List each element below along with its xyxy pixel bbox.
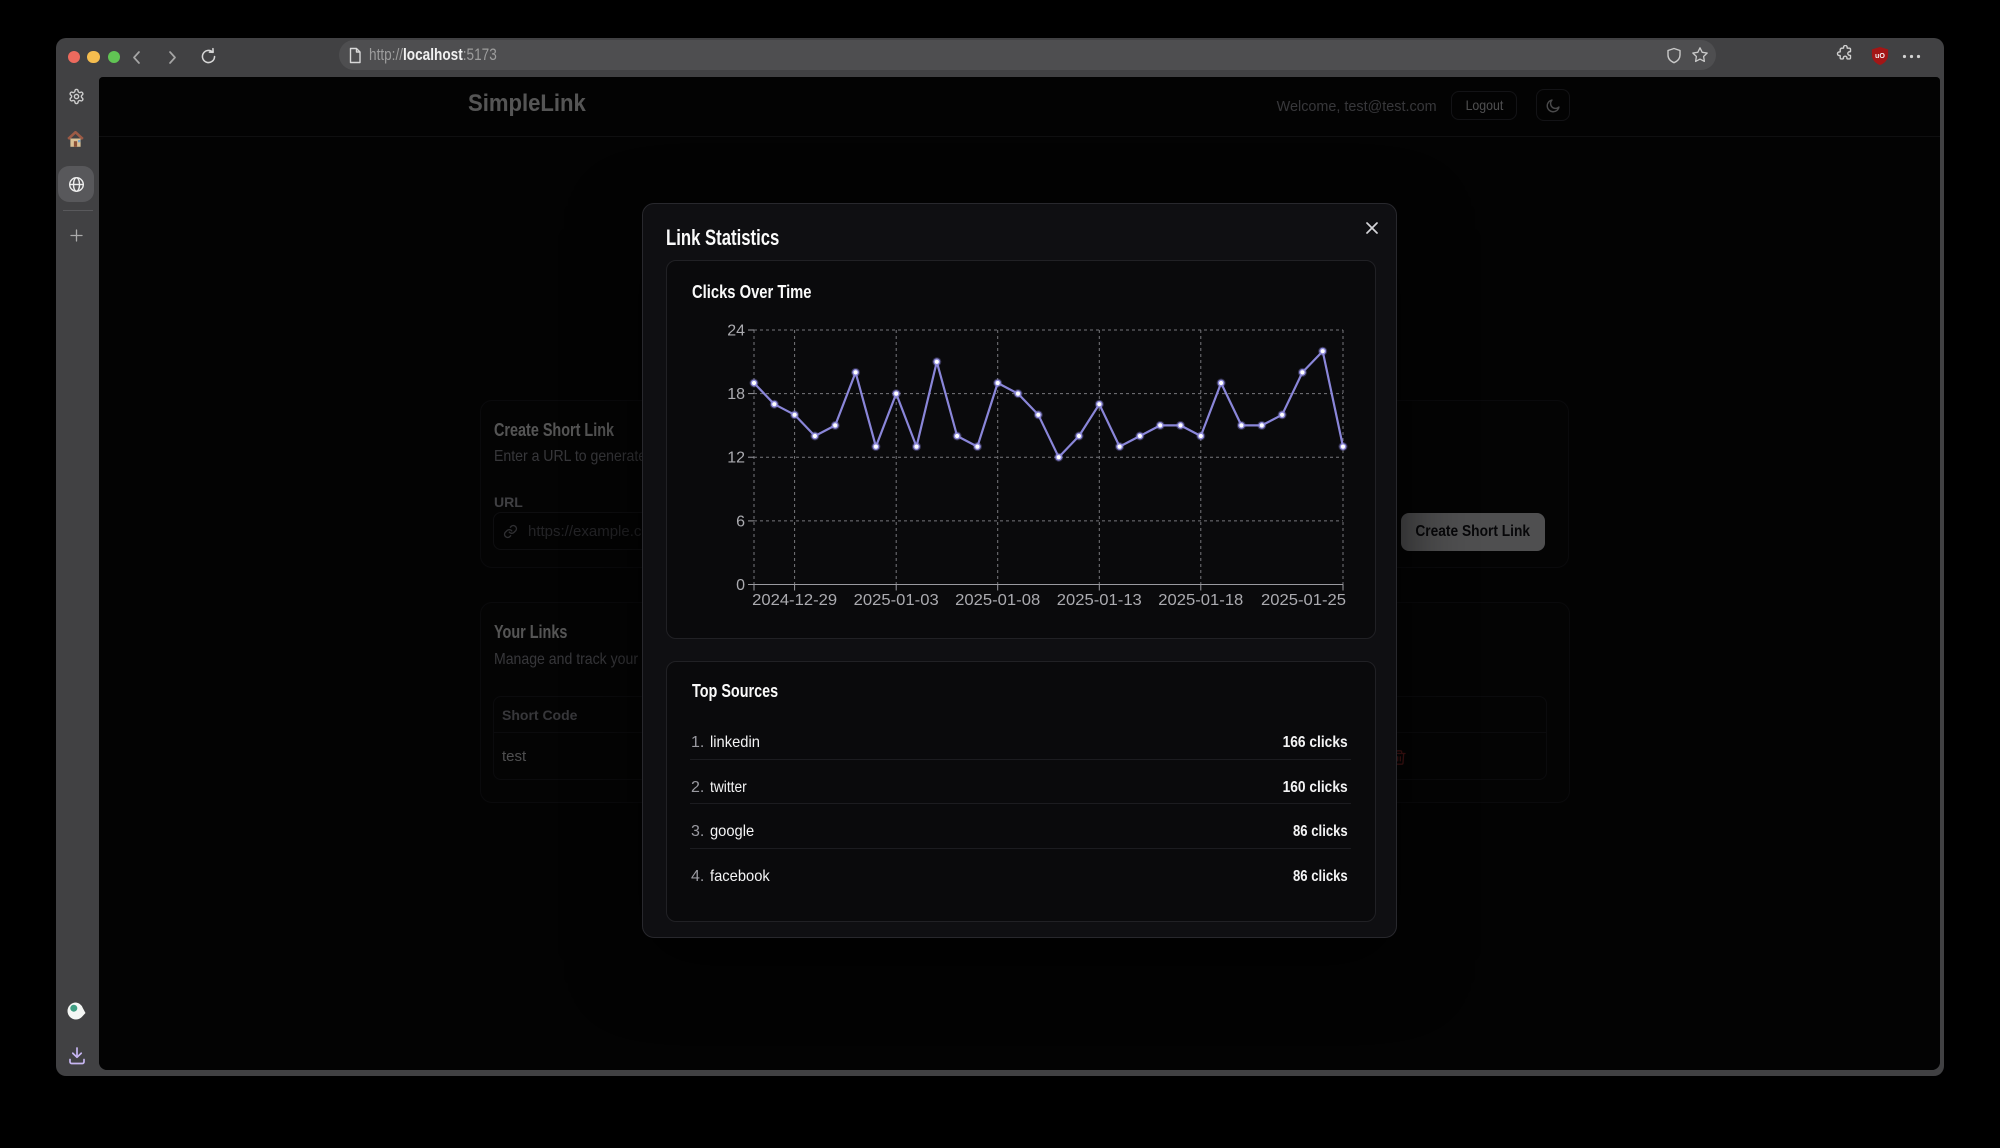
svg-text:2025-01-25: 2025-01-25 [1261,592,1346,609]
svg-text:2025-01-08: 2025-01-08 [955,592,1040,609]
svg-text:2024-12-29: 2024-12-29 [752,592,837,609]
svg-text:2025-01-03: 2025-01-03 [854,592,939,609]
svg-text:2025-01-18: 2025-01-18 [1158,592,1243,609]
svg-text:2025-01-13: 2025-01-13 [1057,592,1142,609]
svg-text:12: 12 [727,450,745,467]
svg-text:24: 24 [727,323,745,340]
svg-text:6: 6 [736,514,745,531]
svg-text:18: 18 [727,386,745,403]
svg-text:0: 0 [736,577,745,594]
svg-text:uO: uO [1875,52,1885,60]
